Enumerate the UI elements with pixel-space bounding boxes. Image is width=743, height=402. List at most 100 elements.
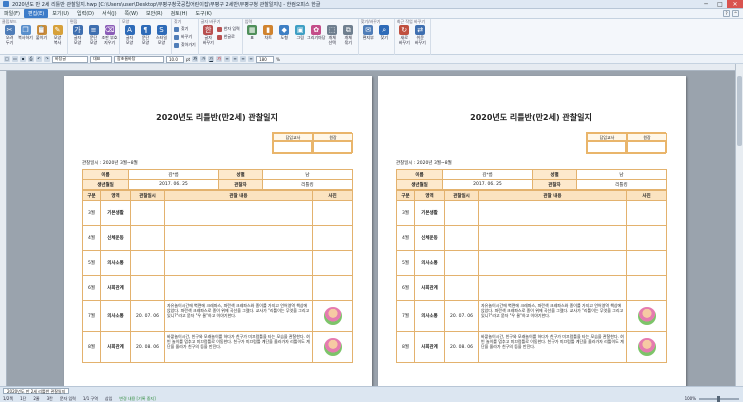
row-date[interactable] [130,200,165,226]
row-month[interactable]: 7월 [396,300,415,332]
ribbon-small-button[interactable]: 바꾸기 [174,34,196,40]
ribbon-button[interactable]: ⧉ 개체 묶기 [341,25,356,55]
approval-teacher-sign[interactable] [273,141,313,153]
row-month[interactable]: 3월 [396,200,415,226]
vertical-ruler[interactable] [0,71,7,386]
menu-item[interactable]: 쪽(W) [121,9,142,18]
ribbon-button[interactable]: ⇄ 쉬운 바꾸기 [413,25,428,55]
row-note[interactable]: 자유놀이시간에 벽면에 크레파스, 파란색 크레파스와 종이를 가지고 언어영역… [478,300,627,332]
row-note[interactable] [478,275,627,301]
approval-teacher-sign[interactable] [587,141,627,153]
ribbon-button[interactable]: ≡ 문단 모양 [86,25,101,55]
page-1[interactable]: 2020년도 리틀반(만2세) 관찰일지 담임교사 원장 관찰일시 : 2020… [64,76,372,386]
row-month[interactable]: 6월 [396,275,415,301]
zoom-level[interactable]: 100% [685,396,696,401]
child-photo-image[interactable] [323,307,342,325]
row-photo[interactable] [626,300,667,332]
ribbon-button[interactable]: ⌫ 조판 부호 지우기 [102,25,118,55]
menu-item[interactable]: 보안(R) [142,9,167,18]
row-date[interactable] [130,225,165,251]
ribbon-button[interactable]: ⬚ 개체 선택 [325,25,340,55]
italic-icon[interactable]: 가 [200,56,207,62]
row-area[interactable]: 사회관계 [414,331,445,363]
ribbon-small-button[interactable]: 찾기 [174,26,196,32]
zoom-slider-handle[interactable] [717,395,720,402]
row-area[interactable]: 의사소통 [414,250,445,276]
row-photo[interactable] [312,200,353,226]
birth-value[interactable]: 2017. 06. 25 [442,179,533,190]
row-note[interactable] [478,225,627,251]
ribbon-button[interactable]: S 스타일 모양 [154,25,169,55]
justify-icon[interactable]: ≡ [248,56,255,62]
gender-value[interactable]: 남 [576,169,667,180]
font-lang-select[interactable]: 대표 [90,55,112,63]
row-note[interactable]: 자유놀이시간에 벽면에 크레파스, 파란색 크레파스와 종이를 가지고 언어영역… [164,300,313,332]
horizontal-ruler[interactable] [0,64,735,71]
ribbon-button[interactable]: 한 글자 바꾸기 [201,25,216,55]
row-area[interactable]: 신체운동 [414,225,445,251]
zoom-slider[interactable] [699,395,739,402]
bold-icon[interactable]: 가 [192,56,199,62]
row-area[interactable]: 사회관계 [100,331,131,363]
row-month[interactable]: 5월 [396,250,415,276]
row-date[interactable]: 20. 07. 06 [444,300,479,332]
row-note[interactable] [478,200,627,226]
align-center-icon[interactable]: ≡ [232,56,239,62]
font-color-icon[interactable]: 가 [216,56,223,62]
close-button[interactable]: ✕ [727,0,743,8]
observer-value[interactable]: 리틀킹 [576,179,667,190]
status-insert-mode[interactable]: 삽입 [105,396,112,402]
align-right-icon[interactable]: ≡ [240,56,247,62]
open-icon[interactable]: ▭ [12,56,18,62]
gender-value[interactable]: 남 [262,169,353,180]
vertical-scrollbar[interactable] [735,64,743,386]
child-photo-image[interactable] [323,338,342,356]
style-select[interactable]: 바탕글 [52,55,88,63]
row-photo[interactable] [626,225,667,251]
row-photo[interactable] [626,250,667,276]
ribbon-button[interactable]: ✿ 그리기마당 [307,25,325,55]
row-area[interactable]: 의사소통 [414,300,445,332]
row-note[interactable]: 바깥놀이시간, 친구와 모래놀이를 하다가 친구가 미끄럼틀을 타는 모습을 관… [478,331,627,363]
row-note[interactable] [164,250,313,276]
row-note[interactable] [478,250,627,276]
ribbon-button[interactable]: ✉ 편지부 [361,25,376,55]
ribbon-button[interactable]: 가 글자 모양 [70,25,85,55]
row-date[interactable] [444,200,479,226]
approval-director-sign[interactable] [313,141,353,153]
menu-item[interactable]: 입력(D) [73,9,98,18]
row-area[interactable]: 의사소통 [100,300,131,332]
ribbon-button[interactable]: ✂ 오려 두기 [2,25,17,55]
row-date[interactable]: 20. 08. 06 [444,331,479,363]
row-date[interactable] [444,225,479,251]
help-icon[interactable]: ? [723,10,730,17]
row-date[interactable]: 20. 07. 06 [130,300,165,332]
row-date[interactable] [130,250,165,276]
row-month[interactable]: 4월 [82,225,101,251]
ribbon-button[interactable]: ¶ 문단 모양 [138,25,153,55]
ribbon-button[interactable]: A 글자 모양 [122,25,137,55]
child-photo-image[interactable] [637,307,656,325]
status-page[interactable]: 1/2쪽 [3,396,13,402]
scrollbar-thumb[interactable] [737,76,742,146]
name-value[interactable]: 김*름 [128,169,219,180]
row-photo[interactable] [626,275,667,301]
menu-item[interactable]: 검토(H) [167,9,192,18]
approval-director-sign[interactable] [627,141,667,153]
row-note[interactable] [164,275,313,301]
font-size-input[interactable]: 10.0 [166,55,184,63]
status-track-changes[interactable]: 변경 내용 [기록 중지] [119,396,155,402]
ribbon-button[interactable]: ▦ 표 [245,25,260,55]
ribbon-button[interactable]: 📋 붙이기 [34,25,49,55]
birth-value[interactable]: 2017. 06. 25 [128,179,219,190]
font-select[interactable]: 함초롬바탕 [114,55,164,63]
page-2[interactable]: 2020년도 리틀반(만2세) 관찰일지 담임교사 원장 관찰일시 : 2020… [378,76,686,386]
document-tab[interactable]: 2020년도 만 2세 리틀반 관찰일지 [3,387,70,394]
row-date[interactable] [444,250,479,276]
ribbon-button[interactable]: ▣ 그림 [293,25,308,55]
ribbon-button[interactable]: ⌕ 찾기 [377,25,392,55]
menu-item[interactable]: 보기(U) [48,9,73,18]
row-month[interactable]: 7월 [82,300,101,332]
row-photo[interactable] [312,275,353,301]
row-photo[interactable] [312,331,353,363]
